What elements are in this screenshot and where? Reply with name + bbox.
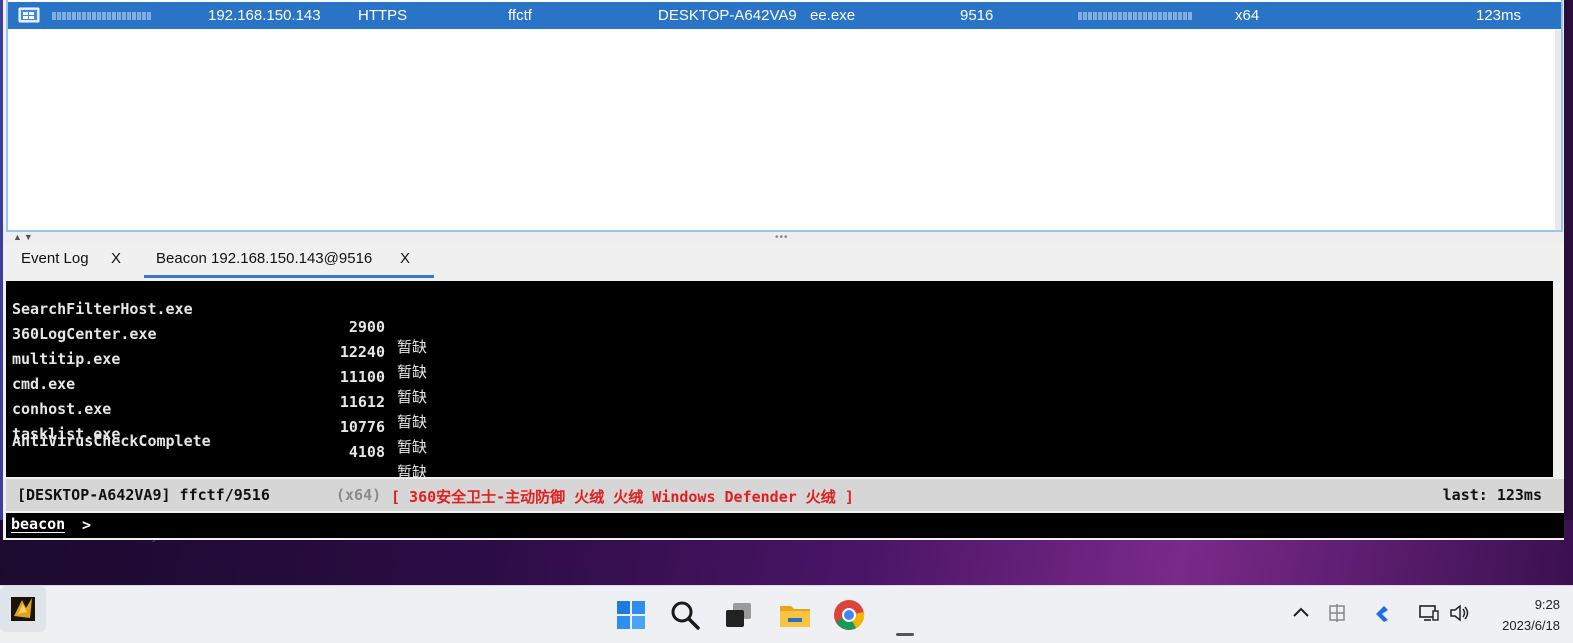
volume-icon[interactable] [1448, 602, 1470, 624]
search-icon[interactable] [668, 598, 702, 632]
ime-icon[interactable] [1326, 602, 1348, 624]
session-last: 123ms [1476, 7, 1522, 24]
panel-splitter[interactable]: ▲▼ ••• [3, 232, 1564, 244]
session-masked-field [1078, 7, 1193, 24]
tab-label: Event Log [21, 250, 89, 267]
tab-beacon[interactable]: Beacon 192.168.150.143@9516 X [144, 244, 434, 278]
process-pid: 4108 [348, 443, 385, 461]
process-pid: 11100 [339, 368, 385, 386]
active-app-indicator [896, 633, 914, 636]
session-process: ee.exe [810, 7, 856, 24]
taskbar-clock[interactable]: 9:28 2023/6/18 [1486, 594, 1560, 636]
tab-bar: Event Log X Beacon 192.168.150.143@9516 … [6, 244, 1564, 280]
tab-close-button[interactable]: X [400, 250, 410, 267]
windows-session-icon [18, 7, 40, 23]
session-internal-ip: 192.168.150.143 [208, 7, 321, 24]
task-view-icon[interactable] [722, 598, 756, 632]
console-final-line: AntiVirusCheckComplete [12, 432, 211, 450]
beacon-prompt-caret: > [82, 516, 92, 534]
session-row-selected[interactable]: 192.168.150.143 HTTPS ffctf DESKTOP-A642… [8, 2, 1561, 29]
tab-label: Beacon 192.168.150.143@9516 [156, 250, 373, 267]
beacon-prompt: beacon [11, 515, 66, 533]
clock-date: 2023/6/18 [1502, 618, 1560, 633]
windows-start-icon[interactable] [614, 598, 648, 632]
sessions-scrollbar[interactable] [1555, 30, 1561, 230]
cobalt-strike-window: 192.168.150.143 HTTPS ffctf DESKTOP-A642… [3, 0, 1564, 540]
status-last-checkin: last: 123ms [1442, 486, 1542, 504]
session-computer: DESKTOP-A642VA9 [658, 7, 797, 24]
tab-close-button[interactable]: X [111, 250, 121, 267]
network-icon[interactable] [1418, 602, 1440, 624]
session-arch: x64 [1235, 7, 1260, 24]
process-pid: 10776 [339, 418, 385, 436]
status-host-user-pid: [DESKTOP-A642VA9] ffctf/9516 [17, 486, 270, 504]
process-pid: 12240 [339, 343, 385, 361]
sessions-table: 192.168.150.143 HTTPS ffctf DESKTOP-A642… [6, 0, 1563, 232]
session-external-ip-masked [52, 7, 152, 24]
feishu-icon[interactable] [1372, 602, 1394, 624]
chrome-icon[interactable] [832, 598, 866, 632]
process-pid: 11612 [339, 393, 385, 411]
console-scrollbar[interactable] [1553, 281, 1564, 477]
beacon-status-bar: [DESKTOP-A642VA9] ffctf/9516 (x64) [ 360… [6, 479, 1564, 511]
clock-time: 9:28 [1534, 597, 1560, 612]
cobalt-strike-app-icon[interactable] [0, 586, 46, 632]
process-status: 暂缺 [397, 413, 428, 431]
tab-event-log[interactable]: Event Log X [11, 244, 141, 278]
process-pid: 2900 [348, 318, 385, 336]
session-listener: HTTPS [358, 7, 408, 24]
file-explorer-icon[interactable] [778, 598, 812, 632]
process-status: 暂缺 [397, 438, 428, 456]
show-hidden-icons-chevron-icon[interactable] [1290, 602, 1312, 624]
process-status: 暂缺 [397, 363, 428, 381]
session-user: ffctf [508, 7, 532, 24]
session-pid: 9516 [960, 7, 994, 24]
collapse-arrows-icon[interactable]: ▲▼ [13, 232, 35, 242]
status-arch: (x64) [336, 486, 382, 504]
status-antivirus-list: [ 360安全卫士-主动防御 火绒 火绒 Windows Defender 火绒… [391, 488, 854, 506]
process-status: 暂缺 [397, 388, 428, 406]
beacon-command-input[interactable]: beacon > [6, 513, 1564, 538]
splitter-grip-icon[interactable]: ••• [775, 232, 789, 243]
process-status: 暂缺 [397, 338, 428, 356]
beacon-console-output[interactable]: SearchFilterHost.exe 2900 暂缺 360LogCente… [6, 281, 1553, 481]
windows-taskbar: 9:28 2023/6/18 [0, 585, 1573, 643]
